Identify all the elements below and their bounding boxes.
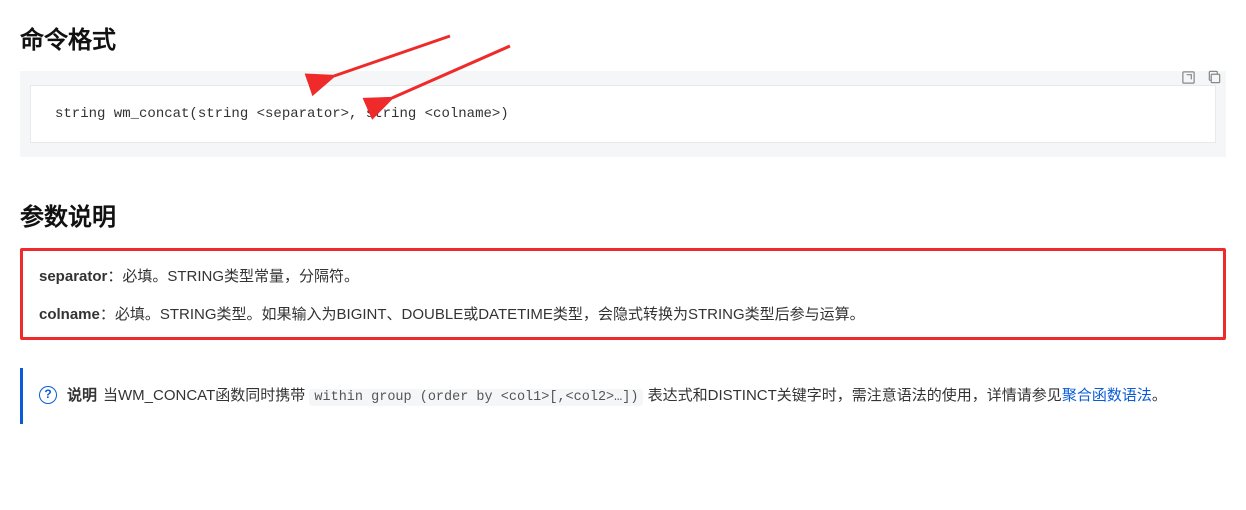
param-name: colname xyxy=(39,306,100,323)
note-text: 。 xyxy=(1152,387,1167,404)
param-row: separator：必填。STRING类型常量，分隔符。 xyxy=(39,265,1207,289)
note-content: 说明当WM_CONCAT函数同时携带 within group (order b… xyxy=(67,382,1210,410)
note-box: ? 说明当WM_CONCAT函数同时携带 within group (order… xyxy=(20,368,1226,424)
syntax-code: string wm_concat(string <separator>, str… xyxy=(30,85,1216,143)
code-block-wrapper: string wm_concat(string <separator>, str… xyxy=(20,71,1226,157)
note-text: 表达式和DISTINCT关键字时，需注意语法的使用，详情请参见 xyxy=(643,387,1061,404)
params-box: separator：必填。STRING类型常量，分隔符。 colname：必填。… xyxy=(20,248,1226,340)
param-desc: ：必填。STRING类型。如果输入为BIGINT、DOUBLE或DATETIME… xyxy=(100,306,865,323)
code-toolbar xyxy=(1178,67,1224,87)
params-heading: 参数说明 xyxy=(20,197,1226,232)
note-inline-code: within group (order by <col1>[,<col2>…]) xyxy=(309,389,643,406)
param-row: colname：必填。STRING类型。如果输入为BIGINT、DOUBLE或D… xyxy=(39,303,1207,327)
copy-icon[interactable] xyxy=(1204,67,1224,87)
expand-icon[interactable] xyxy=(1178,67,1198,87)
syntax-heading: 命令格式 xyxy=(20,20,1226,55)
note-link[interactable]: 聚合函数语法 xyxy=(1062,387,1152,404)
param-desc: ：必填。STRING类型常量，分隔符。 xyxy=(107,268,359,285)
note-label: 说明 xyxy=(67,387,97,404)
note-text: 当WM_CONCAT函数同时携带 xyxy=(103,387,309,404)
param-name: separator xyxy=(39,268,107,285)
info-icon: ? xyxy=(39,386,57,404)
